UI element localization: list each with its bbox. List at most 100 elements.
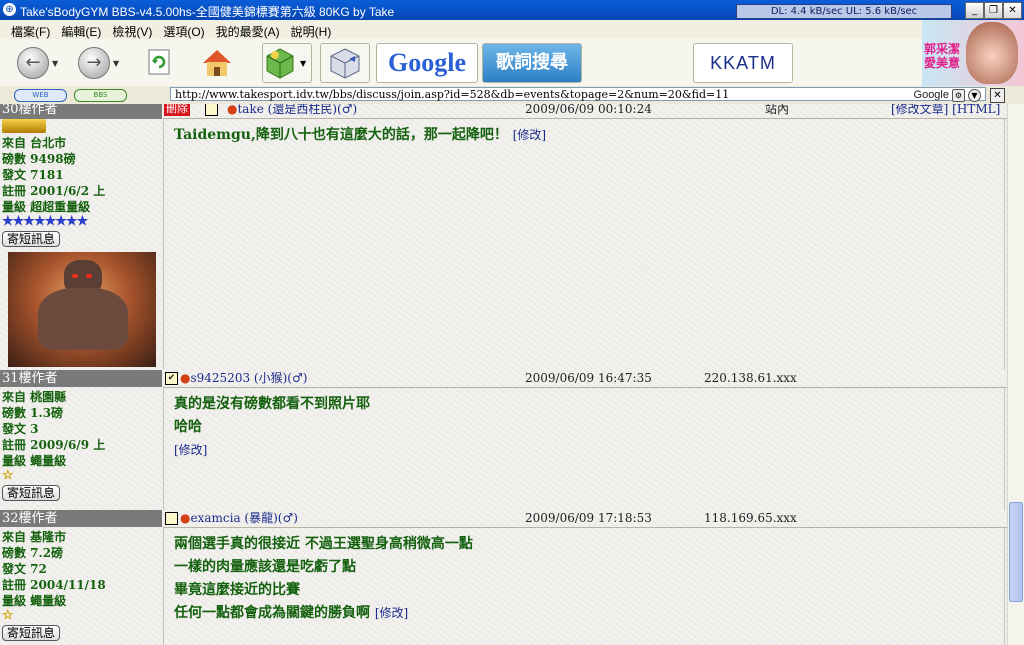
refresh-button[interactable] (139, 43, 179, 81)
post-author-link[interactable]: ●s9425203 (小猴)(♂) (180, 370, 307, 387)
favorites-dropdown-icon[interactable]: ▼ (300, 59, 306, 68)
user-location: 來自 台北市 (2, 136, 67, 150)
box-icon (330, 48, 360, 79)
gender-icon: (♂) (337, 104, 358, 116)
send-message-button[interactable]: 寄短訊息 (2, 485, 61, 501)
lyrics-search-button[interactable]: 歌詞搜尋 (482, 43, 582, 83)
post-text: 一樣的肉量應該還是吃虧了點 (174, 559, 356, 575)
minimize-icon[interactable]: _ (965, 2, 984, 19)
ad-banner[interactable]: 郭采潔 愛美意 (922, 20, 1024, 86)
post-date: 2009/06/09 16:47:35 (525, 371, 652, 385)
user-post-count: 發文 7181 (2, 168, 64, 182)
home-icon (203, 50, 231, 76)
edit-link[interactable]: [修改] (513, 128, 546, 142)
search-options-icon[interactable]: ⚙ (952, 89, 965, 102)
user-post-count: 發文 3 (2, 422, 39, 436)
web-toggle-button[interactable]: WEB (14, 89, 67, 102)
delete-button[interactable]: 刪除 (164, 104, 190, 116)
user-register-date: 註冊 2004/11/18 (2, 578, 106, 592)
forward-button[interactable]: → (78, 47, 110, 79)
user-weight: 磅數 7.2磅 (2, 546, 64, 560)
menu-item-options[interactable]: 選項(O) (163, 23, 204, 40)
floor-label: 30樓作者 (0, 104, 162, 119)
post-author-name: take (還是西柱民) (237, 104, 338, 116)
edit-link[interactable]: [修改] (375, 606, 408, 620)
favorites-button[interactable]: ▼ (262, 43, 312, 83)
send-message-button[interactable]: 寄短訊息 (2, 625, 61, 641)
user-weight: 磅數 9498磅 (2, 152, 76, 166)
edit-post-links[interactable]: [修改文章] [HTML] (891, 104, 1000, 118)
post-author-name: examcia (暴龍) (190, 511, 278, 525)
select-checkbox[interactable]: ✔ (165, 372, 178, 385)
select-checkbox[interactable] (205, 104, 218, 116)
home-button[interactable] (197, 43, 237, 81)
user-location: 來自 桃園縣 (2, 390, 67, 404)
user-rank-stars: ☆ (2, 608, 14, 623)
package-button[interactable] (320, 43, 370, 83)
post-text: 哈哈 (174, 419, 202, 435)
post-text: 畢竟這麼接近的比賽 (174, 582, 300, 598)
network-speed-meter: DL: 4.4 kB/sec UL: 5.6 kB/sec (736, 4, 952, 19)
url-input[interactable]: http://www.takesport.idv.tw/bbs/discuss/… (170, 87, 986, 102)
google-search-label: Google (913, 89, 949, 101)
post-body: Taidemgu,降到八十也有這麼大的話，那一起降吧！ [修改] (163, 119, 1005, 369)
google-logo-text: Google (388, 48, 466, 77)
ad-banner-text: 郭采潔 愛美意 (924, 42, 961, 70)
post-header: ●examcia (暴龍)(♂) 2009/06/09 17:18:53 118… (163, 510, 1007, 528)
vertical-scrollbar[interactable] (1007, 104, 1024, 645)
user-location: 來自 基隆市 (2, 530, 67, 544)
forum-content: 30樓作者 來自 台北市 磅數 9498磅 發文 7181 註冊 2001/6/… (0, 104, 1007, 645)
menu-item-file[interactable]: 檔案(F) (11, 23, 50, 40)
post-author-link[interactable]: ●examcia (暴龍)(♂) (180, 510, 298, 527)
menu-item-edit[interactable]: 編輯(E) (61, 23, 101, 40)
post-date: 2009/06/09 00:10:24 (525, 104, 652, 116)
vip-badge-icon (2, 119, 160, 135)
post-ip: 220.138.61.xxx (704, 371, 797, 385)
user-rank-stars: ☆ (2, 468, 14, 483)
address-close-icon[interactable]: ✕ (990, 88, 1005, 103)
menu-bar: 檔案(F) 編輯(E) 檢視(V) 選項(O) 我的最愛(A) 說明(H) (0, 20, 1024, 39)
floor-label: 31樓作者 (0, 370, 162, 387)
post-text: 任何一點都會成為關鍵的勝負啊 (174, 605, 370, 621)
user-weight-class: 量級 蠅量級 (2, 594, 67, 608)
refresh-icon (148, 49, 170, 75)
edit-link[interactable]: [修改] (174, 443, 207, 457)
back-dropdown-icon[interactable]: ▼ (52, 59, 58, 68)
post-header: ✔ ●s9425203 (小猴)(♂) 2009/06/09 16:47:35 … (163, 370, 1007, 388)
bbs-toggle-button[interactable]: BBS (74, 89, 127, 102)
favorites-cube-icon (266, 48, 294, 79)
post-body: 兩個選手真的很接近 不過王選聖身高稍微高一點 一樣的肉量應該還是吃虧了點 畢竟這… (163, 528, 1005, 645)
post-author-name: s9425203 (小猴) (190, 371, 288, 385)
send-message-button[interactable]: 寄短訊息 (2, 231, 61, 247)
toolbar: ← ▼ → ▼ ▼ Google 歌詞搜尋 KKATM (0, 39, 1024, 87)
post-body: 真的是沒有磅數都看不到照片耶 哈哈 [修改] (163, 388, 1005, 510)
post-author-link[interactable]: ●take (還是西柱民)(♂) (227, 104, 357, 118)
menu-item-favorites[interactable]: 我的最愛(A) (216, 23, 280, 40)
scrollbar-thumb[interactable] (1009, 502, 1023, 602)
user-avatar-image (8, 252, 156, 367)
search-dropdown-icon[interactable]: ▼ (968, 89, 981, 102)
user-info: 來自 台北市 磅數 9498磅 發文 7181 註冊 2001/6/2 上 量級… (2, 119, 160, 247)
restore-icon[interactable]: ❐ (984, 2, 1003, 19)
ad-portrait-image (966, 22, 1018, 84)
post-text: 真的是沒有磅數都看不到照片耶 (174, 396, 370, 412)
post-location: 站內 (765, 104, 790, 116)
post-date: 2009/06/09 17:18:53 (525, 511, 652, 525)
select-checkbox[interactable] (165, 512, 178, 525)
url-text: http://www.takesport.idv.tw/bbs/discuss/… (175, 88, 730, 101)
address-bar: WEB BBS http://www.takesport.idv.tw/bbs/… (0, 86, 1024, 104)
menu-item-view[interactable]: 檢視(V) (112, 23, 152, 40)
forward-dropdown-icon[interactable]: ▼ (113, 59, 119, 68)
menu-item-help[interactable]: 說明(H) (291, 23, 332, 40)
close-icon[interactable]: ✕ (1003, 2, 1022, 19)
floor-label: 32樓作者 (0, 510, 162, 527)
google-button[interactable]: Google (376, 43, 478, 83)
user-info: 來自 桃園縣 磅數 1.3磅 發文 3 註冊 2009/6/9 上 量級 蠅量級… (2, 389, 160, 501)
browser-app-icon: ⊕ (3, 3, 16, 16)
user-register-date: 註冊 2009/6/9 上 (2, 438, 106, 452)
kkatm-button[interactable]: KKATM (693, 43, 793, 83)
back-button[interactable]: ← (17, 47, 49, 79)
user-weight-class: 量級 蠅量級 (2, 454, 67, 468)
window-titlebar: ⊕ Take'sBodyGYM BBS-v4.5.00hs-全國健美錦標賽第六級… (0, 0, 1024, 20)
user-weight: 磅數 1.3磅 (2, 406, 64, 420)
